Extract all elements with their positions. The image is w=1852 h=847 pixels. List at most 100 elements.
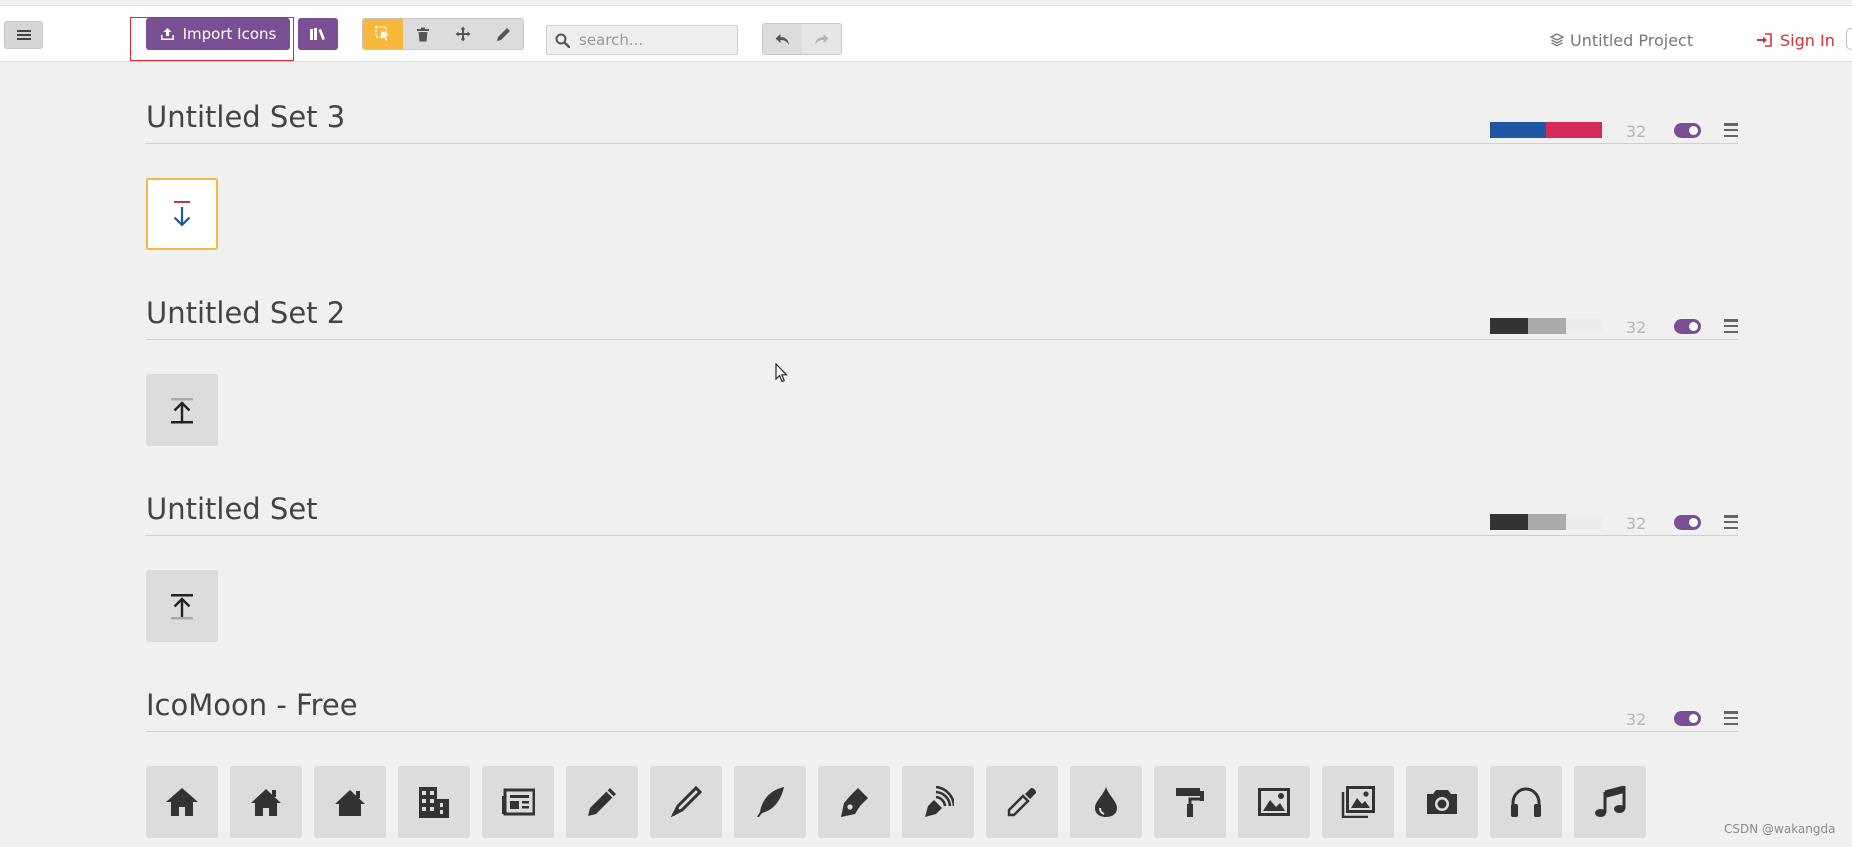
glyph-tile[interactable] (1406, 766, 1478, 838)
import-icons-label: Import Icons (182, 25, 277, 43)
glyph-tile[interactable] (398, 766, 470, 838)
pencil-icon (496, 27, 510, 41)
set-color-bar[interactable] (1490, 514, 1602, 530)
glyph-tile[interactable] (146, 178, 218, 250)
undo-button[interactable] (763, 24, 802, 54)
glyph-tile[interactable] (1070, 766, 1142, 838)
search-box (546, 25, 738, 55)
overflow-edge-icon (1846, 28, 1852, 50)
redo-button[interactable] (802, 24, 841, 54)
glyph-tile[interactable] (1322, 766, 1394, 838)
glyph-grid (146, 570, 218, 642)
glyph-tile[interactable] (314, 766, 386, 838)
color-swatch-blue (1490, 122, 1546, 138)
paint-format-icon (1176, 788, 1204, 817)
glyph-tile[interactable] (818, 766, 890, 838)
watermark-text: CSDN @wakangda (1724, 822, 1836, 836)
set-visibility-toggle[interactable] (1674, 515, 1701, 530)
set-visibility-toggle[interactable] (1674, 123, 1701, 138)
layers-icon (1550, 33, 1564, 47)
quill-icon (757, 787, 784, 817)
glyph-tile[interactable] (482, 766, 554, 838)
pencil-icon (588, 788, 616, 816)
glyph-tile[interactable] (1238, 766, 1310, 838)
set-menu-button[interactable] (1724, 711, 1738, 725)
set-color-bar[interactable] (1490, 318, 1602, 334)
images-icon (1341, 786, 1375, 818)
set-visibility-toggle[interactable] (1674, 711, 1701, 726)
glyph-tile[interactable] (146, 766, 218, 838)
glyph-tile[interactable] (1490, 766, 1562, 838)
set-title: Untitled Set 3 (146, 100, 346, 134)
set-title: Untitled Set (146, 492, 318, 526)
set-menu-button[interactable] (1724, 123, 1738, 137)
set-divider (146, 143, 1738, 144)
image-icon (1258, 788, 1290, 816)
delete-tool-button[interactable] (403, 19, 443, 49)
glyph-tile[interactable] (734, 766, 806, 838)
upload-tray-icon (160, 28, 174, 40)
office-icon (419, 787, 449, 818)
glyph-tile[interactable] (986, 766, 1058, 838)
glyph-tile[interactable] (146, 570, 218, 642)
set-divider (146, 339, 1738, 340)
home2-icon (251, 789, 281, 816)
move-tool-button[interactable] (443, 19, 483, 49)
sign-in-icon (1757, 33, 1772, 47)
glyph-tile[interactable] (566, 766, 638, 838)
library-icon (310, 28, 325, 40)
pen-icon (841, 788, 868, 817)
color-swatch-gray (1528, 514, 1566, 530)
glyph-tile[interactable] (1154, 766, 1226, 838)
sign-in-link[interactable]: Sign In (1756, 28, 1835, 52)
trash-icon (417, 27, 429, 41)
search-icon (555, 33, 570, 48)
set-visibility-toggle[interactable] (1674, 319, 1701, 334)
glyph-grid (146, 766, 1646, 838)
color-swatch-gray (1528, 318, 1566, 334)
glyph-tile[interactable] (902, 766, 974, 838)
project-switcher[interactable]: Untitled Project (1550, 28, 1693, 52)
icon-library-button[interactable] (298, 18, 338, 50)
set-menu-button[interactable] (1724, 515, 1738, 529)
upload-icon (171, 398, 193, 424)
set-menu-button[interactable] (1724, 319, 1738, 333)
upload-icon (171, 594, 193, 620)
glyph-grid (146, 178, 218, 250)
home-icon (166, 788, 198, 816)
home3-icon (335, 790, 365, 816)
set-icon-count: 32 (1626, 122, 1647, 141)
select-tool-button[interactable] (363, 19, 403, 49)
mouse-cursor-icon (775, 363, 788, 383)
eyedropper-icon (1007, 788, 1036, 817)
set-icon-count: 32 (1626, 514, 1647, 533)
glyph-tile[interactable] (1574, 766, 1646, 838)
color-swatch-dark (1490, 514, 1528, 530)
headphones-icon (1511, 787, 1541, 817)
color-swatch-red (1546, 122, 1602, 138)
top-toolbar: Import Icons search... Untitled Project … (0, 5, 1852, 62)
music-icon (1595, 786, 1626, 817)
redo-icon (815, 33, 829, 45)
glyph-tile[interactable] (230, 766, 302, 838)
set-divider (146, 535, 1738, 536)
camera-icon (1427, 790, 1457, 814)
color-swatch-light (1566, 514, 1602, 530)
hamburger-icon (16, 30, 31, 40)
set-title: Untitled Set 2 (146, 296, 346, 330)
set-title: IcoMoon - Free (146, 688, 358, 722)
glyph-tile[interactable] (650, 766, 722, 838)
project-name: Untitled Project (1570, 30, 1694, 50)
import-icons-button[interactable]: Import Icons (146, 18, 290, 50)
main-menu-button[interactable] (4, 21, 43, 49)
search-input[interactable] (577, 30, 731, 50)
newspaper-icon (502, 788, 535, 816)
set-icon-count: 32 (1626, 318, 1647, 337)
blog-icon (925, 786, 954, 817)
pencil2-icon (670, 786, 702, 818)
history-group (762, 23, 842, 55)
select-cursor-icon (375, 26, 389, 41)
set-color-bar[interactable] (1490, 122, 1602, 138)
edit-tool-button[interactable] (483, 19, 523, 49)
glyph-tile[interactable] (146, 374, 218, 446)
